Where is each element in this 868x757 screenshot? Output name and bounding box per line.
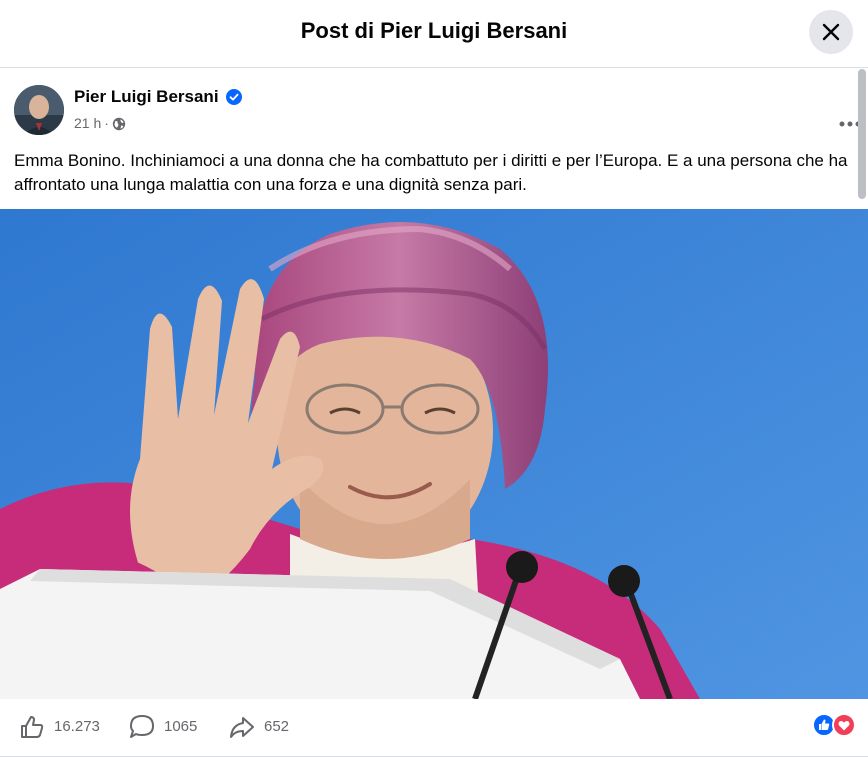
close-icon <box>822 23 840 41</box>
meta-separator: · <box>104 115 109 131</box>
love-reaction-icon <box>832 713 856 737</box>
avatar[interactable] <box>14 85 64 135</box>
close-button[interactable] <box>809 10 853 54</box>
author-name[interactable]: Pier Luigi Bersani <box>74 87 219 107</box>
reactions-summary[interactable] <box>812 713 858 737</box>
post-time[interactable]: 21 h <box>74 115 101 131</box>
share-icon <box>230 717 254 738</box>
comment-button[interactable]: 1065 <box>128 713 208 741</box>
post-photo[interactable] <box>0 209 868 699</box>
comment-count: 1065 <box>164 718 198 735</box>
post-actions-bar: 16.273 1065 652 <box>0 699 868 757</box>
post-scroll-area[interactable]: Pier Luigi Bersani 21 h · Emma Bonino. In… <box>0 69 868 757</box>
like-button[interactable]: 16.273 <box>18 713 108 741</box>
post-meta: 21 h · <box>74 115 126 131</box>
share-count: 652 <box>264 718 290 735</box>
comment-icon <box>130 715 154 738</box>
like-reaction-icon <box>812 713 836 737</box>
scrollbar-thumb[interactable] <box>858 69 866 199</box>
dialog-title: Post di Pier Luigi Bersani <box>300 18 568 43</box>
verified-badge-icon <box>226 89 242 105</box>
like-count: 16.273 <box>54 718 100 735</box>
thumbs-up-icon <box>21 716 44 738</box>
globe-icon[interactable] <box>112 117 126 131</box>
post-text: Emma Bonino. Inchiniamoci a una donna ch… <box>14 151 848 194</box>
dialog-header: Post di Pier Luigi Bersani <box>0 0 868 68</box>
share-button[interactable]: 652 <box>228 713 308 741</box>
